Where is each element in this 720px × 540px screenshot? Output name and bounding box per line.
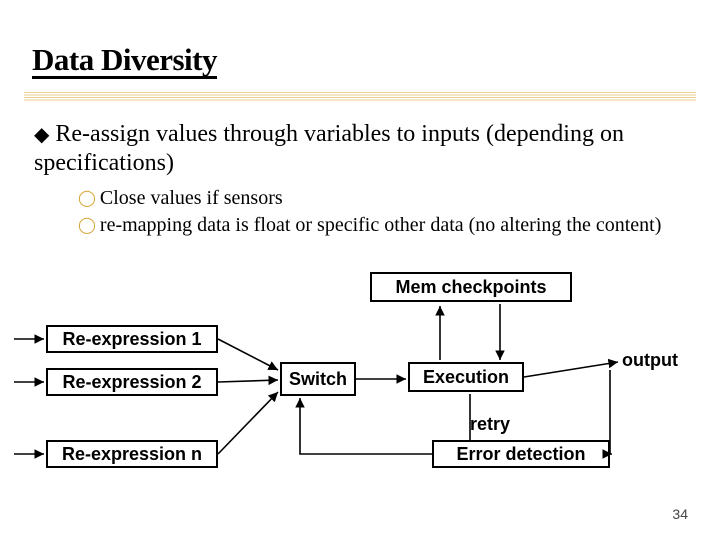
sub-bullet-text: Close values if sensors (100, 187, 283, 209)
box-switch: Switch (280, 362, 356, 396)
box-label: Execution (423, 367, 509, 388)
box-label: Re-expression 2 (62, 372, 201, 393)
box-label: Re-expression n (62, 444, 202, 465)
box-execution: Execution (408, 362, 524, 392)
main-bullet: ◆Re-assign values through variables to i… (34, 120, 680, 178)
box-label: Switch (289, 369, 347, 390)
sub-bullet-marker-icon: ◯ (78, 189, 96, 209)
box-re-expression-1: Re-expression 1 (46, 325, 218, 353)
sub-bullet-item: ◯re-mapping data is float or specific ot… (78, 213, 680, 238)
box-re-expression-2: Re-expression 2 (46, 368, 218, 396)
title-decor-line (24, 92, 696, 102)
label-retry: retry (470, 414, 510, 435)
box-re-expression-n: Re-expression n (46, 440, 218, 468)
page-number: 34 (672, 506, 688, 522)
sub-bullet-item: ◯Close values if sensors (78, 186, 680, 211)
box-label: Error detection (456, 444, 585, 465)
main-bullet-text: Re-assign values through variables to in… (34, 121, 624, 176)
bullet-marker-icon: ◆ (34, 124, 49, 146)
box-label: Mem checkpoints (395, 277, 546, 298)
slide-title-wrap: Data Diversity (32, 42, 217, 79)
sub-bullet-marker-icon: ◯ (78, 216, 96, 236)
slide-title: Data Diversity (32, 42, 217, 78)
label-output: output (622, 350, 678, 371)
sub-bullet-text: re-mapping data is float or specific oth… (100, 214, 661, 236)
box-error-detection: Error detection (432, 440, 610, 468)
box-mem-checkpoints: Mem checkpoints (370, 272, 572, 302)
sub-bullet-list: ◯Close values if sensors ◯re-mapping dat… (78, 186, 680, 240)
box-label: Re-expression 1 (62, 329, 201, 350)
